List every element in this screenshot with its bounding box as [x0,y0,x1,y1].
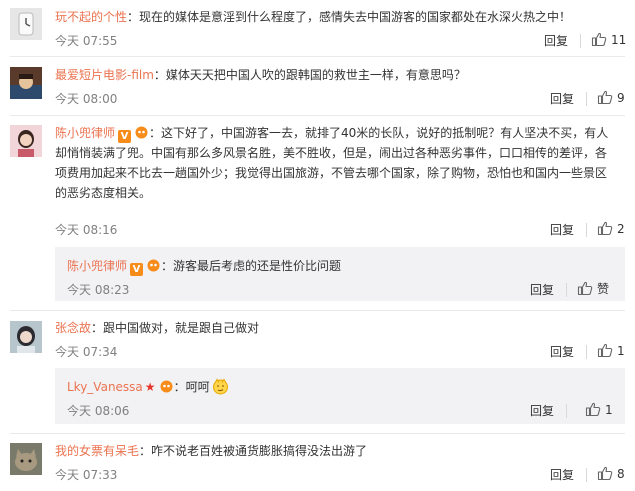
thumbs-up-icon [597,221,613,236]
thumbs-up-icon [591,32,607,47]
reply-button[interactable]: 回复 [530,281,554,298]
divider [580,34,581,48]
divider [566,404,567,418]
reply-text: ：呵呵 [173,380,210,394]
like-button[interactable]: 1 [597,342,625,358]
separator [10,310,625,311]
comment-body: 陈小兜律师 V ：这下好了，中国游客一去，就排了40米的长队，说好的抵制呢？有人坚决… [55,123,615,203]
reply-text: ：游客最后考虑的还是性价比问题 [161,259,342,273]
reply-time: 今天 08:06 [67,404,130,418]
divider [566,283,567,297]
reply-button[interactable]: 回复 [544,32,568,49]
like-button[interactable]: 9 [597,89,625,105]
member-badge-icon [147,259,160,272]
member-badge-icon [135,126,148,139]
thumbs-up-icon [577,281,593,296]
username-link[interactable]: 最爱短片电影-film [55,68,154,82]
reply-time: 今天 08:23 [67,283,130,297]
divider [586,468,587,482]
thumbs-up-icon [597,343,613,358]
comment-body: 我的女票有呆毛：咋不说老百姓被通货膨胀搞得没法出游了 [55,441,367,461]
avatar[interactable] [10,443,42,475]
girl-avatar-icon [10,321,42,353]
username-link[interactable]: 陈小兜律师 [67,259,127,273]
star-badge-icon: ★ [144,380,156,394]
like-count: 8 [617,467,625,481]
like-count: 2 [617,222,625,236]
comment-body: 张念故：跟中国做对，就是跟自己做对 [55,318,259,338]
like-button[interactable]: 2 [597,220,625,236]
like-count: 11 [611,33,627,47]
comment-time: 今天 07:55 [55,34,118,48]
clock-avatar-icon [10,8,42,40]
comment-time: 今天 08:00 [55,92,118,106]
like-button[interactable]: 1 [585,401,613,417]
thumbs-up-icon [585,402,601,417]
reply-body: 陈小兜律师 V ：游客最后考虑的还是性价比问题 [67,256,341,276]
like-count: 9 [617,91,625,105]
comment-text: ：媒体天天把中国人吹的跟韩国的救世主一样，有意思吗？ [153,68,466,82]
like-button[interactable]: 8 [597,465,625,481]
comment-body: 最爱短片电影-film：媒体天天把中国人吹的跟韩国的救世主一样，有意思吗？ [55,65,466,85]
cat-avatar-icon [10,443,42,475]
thumbs-up-icon [597,466,613,481]
like-button[interactable]: 赞 [577,280,609,297]
reply-button[interactable]: 回复 [550,90,574,107]
reply-body: Lky_Vanessa ★ ：呵呵 [67,377,229,397]
username-link[interactable]: 玩不起的个性 [55,10,127,24]
reply-button[interactable]: 回复 [550,343,574,360]
comment-text: ：现在的媒体是意淫到什么程度了，感情失去中国游客的国家都处在水深火热之中！ [127,10,572,24]
like-button[interactable]: 11 [591,31,626,47]
divider [586,223,587,237]
comment-text: ：跟中国做对，就是跟自己做对 [91,321,260,335]
comment-time: 今天 07:33 [55,468,118,482]
verified-v-icon: V [118,130,132,143]
like-count: 1 [617,344,625,358]
username-link[interactable]: Lky_Vanessa [67,380,143,394]
reply-button[interactable]: 回复 [550,221,574,238]
comment-body: 玩不起的个性：现在的媒体是意淫到什么程度了，感情失去中国游客的国家都处在水深火热… [55,7,571,27]
divider [586,92,587,106]
comment-time: 今天 08:16 [55,223,118,237]
like-label: 赞 [597,282,610,296]
divider [586,345,587,359]
username-link[interactable]: 张念故 [55,321,91,335]
smirk-emoji-icon [212,378,228,395]
separator [10,115,625,116]
woman-avatar-icon [10,125,42,157]
username-link[interactable]: 陈小兜律师 [55,126,115,140]
thumbs-up-icon [597,90,613,105]
reply-button[interactable]: 回复 [530,402,554,419]
like-count: 1 [605,403,613,417]
comment-time: 今天 07:34 [55,345,118,359]
avatar[interactable] [10,67,42,99]
avatar[interactable] [10,321,42,353]
verified-v-icon: V [130,263,144,276]
avatar[interactable] [10,8,42,40]
username-link[interactable]: 我的女票有呆毛 [55,444,139,458]
member-badge-icon [160,380,173,393]
separator [10,56,625,57]
anime-avatar-icon [10,67,42,99]
avatar[interactable] [10,125,42,157]
comment-text: ：咋不说老百姓被通货膨胀搞得没法出游了 [139,444,368,458]
separator [10,433,625,434]
reply-button[interactable]: 回复 [550,466,574,483]
